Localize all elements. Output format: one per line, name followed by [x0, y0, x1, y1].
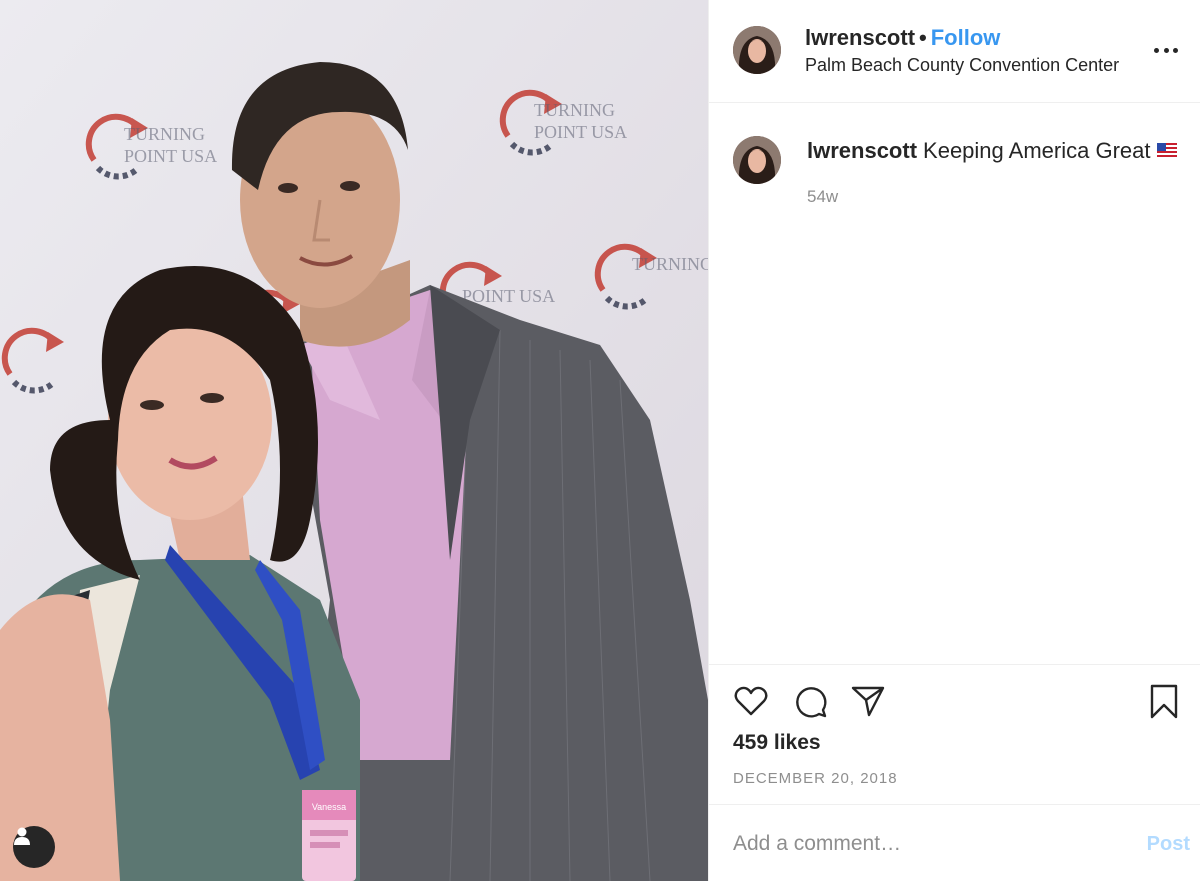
add-comment-form: Post — [709, 804, 1200, 881]
like-count[interactable]: 459 likes — [733, 731, 821, 755]
photo-illustration: TURNING POINT USA TURNING POINT USA POIN… — [0, 0, 708, 881]
avatar-image — [733, 26, 781, 74]
comment-input[interactable] — [733, 827, 1103, 861]
comments-section: lwrenscott Keeping America Great 54w — [709, 103, 1200, 664]
post-date[interactable]: DECEMBER 20, 2018 — [733, 770, 898, 787]
caption-time-ago[interactable]: 54w — [807, 187, 838, 207]
backdrop-logo-text: TURNING — [632, 254, 708, 274]
caption-username[interactable]: lwrenscott — [807, 138, 917, 163]
comment-icon — [796, 687, 827, 718]
post-header: lwrenscott • Follow Palm Beach County Conv… — [709, 0, 1200, 103]
user-tag-icon — [14, 827, 30, 845]
save-button[interactable] — [1146, 683, 1182, 719]
author-avatar[interactable] — [733, 26, 781, 74]
header-user-line: lwrenscott • Follow — [805, 25, 1119, 51]
bookmark-icon — [1150, 684, 1178, 719]
more-dot — [1154, 47, 1159, 53]
more-dot — [1173, 47, 1178, 53]
instagram-post: TURNING POINT USA TURNING POINT USA POIN… — [0, 0, 1200, 881]
badge-label: Vanessa — [312, 802, 346, 812]
post-actions: 459 likes DECEMBER 20, 2018 — [709, 664, 1200, 804]
like-button[interactable] — [733, 683, 769, 719]
header-separator: • — [919, 25, 927, 50]
user-tag-button[interactable] — [13, 826, 55, 868]
post-sidebar: lwrenscott • Follow Palm Beach County Conv… — [708, 0, 1200, 881]
backdrop-logo-text: POINT USA — [534, 122, 627, 142]
post-comment-button[interactable]: Post — [1147, 833, 1190, 856]
header-text: lwrenscott • Follow Palm Beach County Conv… — [805, 25, 1119, 77]
avatar-image — [733, 136, 781, 184]
comment-button[interactable] — [792, 683, 828, 719]
share-icon — [851, 686, 885, 717]
caption-text: Keeping America Great — [923, 138, 1151, 163]
us-flag-icon — [1156, 143, 1177, 158]
location-link[interactable]: Palm Beach County Convention Center — [805, 53, 1119, 77]
backdrop-logo-text: POINT USA — [124, 146, 217, 166]
more-dot — [1163, 47, 1169, 53]
caption-avatar[interactable] — [733, 136, 781, 184]
post-photo[interactable]: TURNING POINT USA TURNING POINT USA POIN… — [0, 0, 708, 881]
heart-icon — [734, 686, 768, 716]
post-caption: lwrenscott Keeping America Great — [807, 138, 1177, 164]
backdrop-logo-text: TURNING — [534, 100, 615, 120]
backdrop-logo-text: TURNING — [124, 124, 205, 144]
follow-button[interactable]: Follow — [931, 25, 1001, 50]
author-username[interactable]: lwrenscott — [805, 25, 915, 50]
share-button[interactable] — [850, 683, 886, 719]
more-options-button[interactable] — [1154, 40, 1178, 60]
